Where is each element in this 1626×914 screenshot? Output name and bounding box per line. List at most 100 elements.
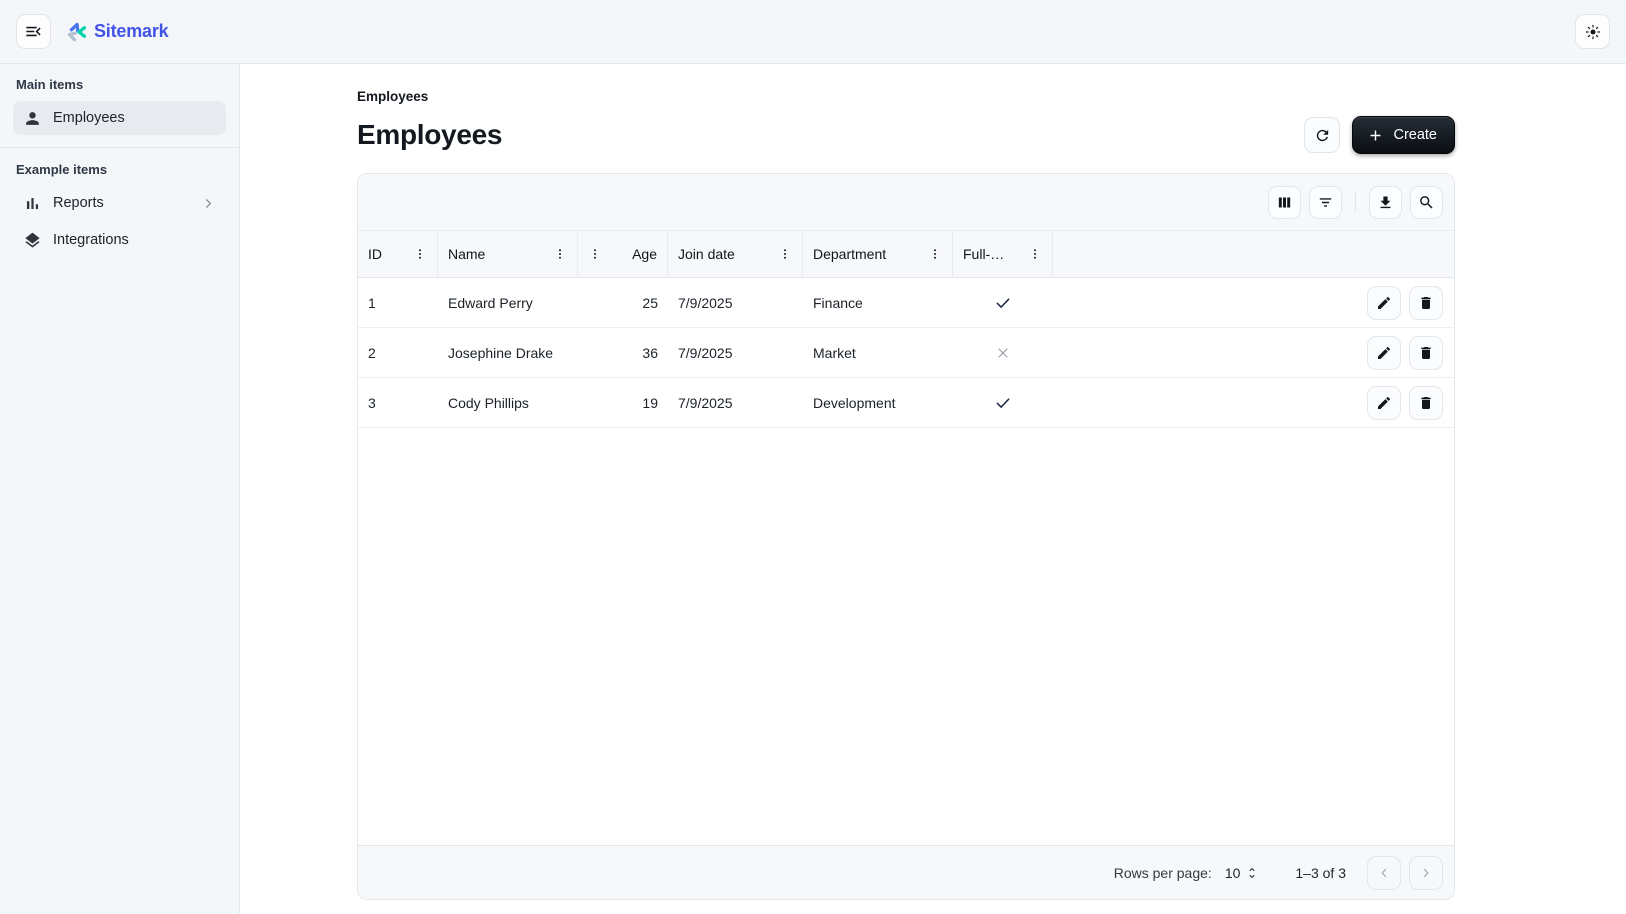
delete-row-button[interactable] [1409, 386, 1443, 420]
cell-actions [1344, 278, 1454, 327]
topbar: Sitemark [0, 0, 1626, 64]
sidebar-item-integrations[interactable]: Integrations [13, 223, 226, 257]
column-menu-icon[interactable] [928, 247, 942, 261]
cell-name: Edward Perry [438, 278, 578, 327]
plus-icon [1367, 127, 1384, 144]
cell-id: 1 [358, 278, 438, 327]
edit-row-button[interactable] [1367, 386, 1401, 420]
sidebar-item-label: Integrations [53, 232, 129, 248]
brand-logo[interactable]: Sitemark [65, 21, 168, 43]
refresh-button[interactable] [1304, 117, 1340, 153]
chevron-right-icon [1419, 866, 1433, 880]
chevron-left-icon [1377, 866, 1391, 880]
trash-icon [1418, 345, 1434, 361]
cell-full-time [953, 378, 1053, 427]
cell-spacer [1053, 378, 1344, 427]
main-content: Employees Employees [240, 64, 1626, 914]
cell-actions [1344, 328, 1454, 377]
sidebar-item-label: Reports [53, 195, 104, 211]
column-header-join-date[interactable]: Join date [668, 231, 803, 277]
table-row[interactable]: 1 Edward Perry 25 7/9/2025 Finance [358, 278, 1454, 328]
sidebar-section-example-items: Example items [0, 162, 239, 177]
download-icon [1377, 194, 1394, 211]
filter-button[interactable] [1309, 186, 1342, 219]
grid-toolbar [358, 174, 1454, 230]
sidebar: Main items Employees Example items Repor… [0, 64, 240, 914]
column-menu-icon[interactable] [1028, 247, 1042, 261]
download-button[interactable] [1369, 186, 1402, 219]
column-menu-icon[interactable] [778, 247, 792, 261]
column-header-full-time[interactable]: Full-… [953, 231, 1053, 277]
check-icon [994, 394, 1012, 412]
create-button-label: Create [1393, 127, 1437, 143]
close-icon [995, 345, 1011, 361]
grid-rows: 1 Edward Perry 25 7/9/2025 Finance [358, 278, 1454, 428]
grid-empty-area [358, 428, 1454, 845]
sidebar-item-reports[interactable]: Reports [13, 186, 226, 220]
cell-actions [1344, 378, 1454, 427]
filter-icon [1317, 194, 1334, 211]
column-menu-icon[interactable] [553, 247, 567, 261]
cell-department: Finance [803, 278, 953, 327]
column-menu-icon[interactable] [413, 247, 427, 261]
cell-join-date: 7/9/2025 [668, 278, 803, 327]
rows-per-page-value: 10 [1225, 865, 1241, 881]
theme-toggle-button[interactable] [1575, 14, 1610, 49]
search-icon [1418, 194, 1435, 211]
person-icon [23, 109, 42, 128]
edit-row-button[interactable] [1367, 336, 1401, 370]
columns-button[interactable] [1268, 186, 1301, 219]
cell-spacer [1053, 278, 1344, 327]
cell-full-time [953, 278, 1053, 327]
sitemark-pinwheel-icon [65, 21, 87, 43]
cell-id: 3 [358, 378, 438, 427]
cell-department: Development [803, 378, 953, 427]
cell-join-date: 7/9/2025 [668, 328, 803, 377]
column-menu-icon[interactable] [588, 247, 602, 261]
pagination-range: 1–3 of 3 [1295, 865, 1346, 881]
pencil-icon [1376, 395, 1392, 411]
brand-name: Sitemark [94, 21, 168, 42]
unfold-more-icon [1245, 866, 1259, 880]
column-header-name[interactable]: Name [438, 231, 578, 277]
cell-department: Market [803, 328, 953, 377]
app-root: Sitemark Main items [0, 0, 1626, 914]
cell-name: Cody Phillips [438, 378, 578, 427]
search-button[interactable] [1410, 186, 1443, 219]
column-header-id[interactable]: ID [358, 231, 438, 277]
sun-icon [1584, 23, 1602, 41]
column-header-department[interactable]: Department [803, 231, 953, 277]
rows-per-page-select[interactable]: 10 [1225, 865, 1260, 881]
sidebar-item-employees[interactable]: Employees [13, 101, 226, 135]
trash-icon [1418, 295, 1434, 311]
create-button[interactable]: Create [1352, 116, 1455, 154]
menu-collapse-button[interactable] [16, 14, 51, 49]
pencil-icon [1376, 295, 1392, 311]
layers-icon [23, 231, 42, 250]
cell-age: 36 [578, 328, 668, 377]
cell-age: 25 [578, 278, 668, 327]
cell-name: Josephine Drake [438, 328, 578, 377]
edit-row-button[interactable] [1367, 286, 1401, 320]
check-icon [994, 294, 1012, 312]
column-header-actions [1344, 231, 1454, 277]
chevron-right-icon [201, 196, 216, 211]
rows-per-page-label: Rows per page: [1114, 865, 1212, 881]
column-header-age[interactable]: Age [578, 231, 668, 277]
toolbar-divider [1355, 192, 1356, 212]
previous-page-button[interactable] [1367, 856, 1401, 890]
delete-row-button[interactable] [1409, 336, 1443, 370]
next-page-button[interactable] [1409, 856, 1443, 890]
sidebar-divider [0, 147, 239, 148]
table-row[interactable]: 2 Josephine Drake 36 7/9/2025 Market [358, 328, 1454, 378]
refresh-icon [1314, 127, 1331, 144]
breadcrumb: Employees [357, 89, 1455, 104]
grid-header-row: ID Name A [358, 230, 1454, 278]
page-title: Employees [357, 119, 502, 151]
grid-footer: Rows per page: 10 1–3 of 3 [358, 845, 1454, 899]
bar-chart-icon [23, 194, 42, 213]
sidebar-section-main-items: Main items [0, 77, 239, 92]
sidebar-item-label: Employees [53, 110, 125, 126]
delete-row-button[interactable] [1409, 286, 1443, 320]
table-row[interactable]: 3 Cody Phillips 19 7/9/2025 Development [358, 378, 1454, 428]
